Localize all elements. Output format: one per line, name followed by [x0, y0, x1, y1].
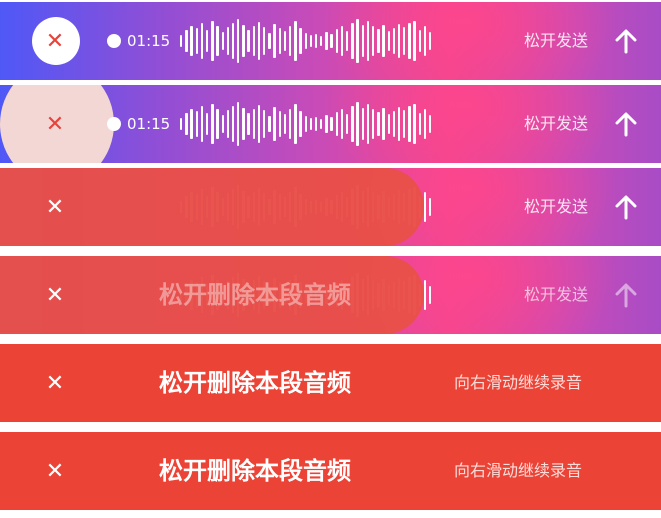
release-to-delete-label: 松开删除本段音频 — [159, 457, 351, 485]
release-to-send-label: 松开发送 — [524, 31, 589, 50]
arrow-up-icon[interactable] — [612, 281, 640, 309]
close-icon[interactable]: ✕ — [0, 85, 110, 163]
recording-bar-hover: ✕ 01:15 松开发送 — [0, 85, 661, 163]
recording-bar-cancel: ✕ 松开删除本段音频 向右滑动继续录音 — [0, 432, 661, 510]
close-icon[interactable]: ✕ — [0, 344, 110, 422]
close-icon[interactable]: ✕ — [0, 256, 110, 334]
recording-time: 01:15 — [127, 115, 171, 133]
record-dot-icon — [107, 117, 121, 131]
close-icon[interactable]: ✕ — [0, 168, 110, 246]
release-to-send-label: 松开发送 — [524, 114, 589, 133]
recording-bar-cancel: ✕ 松开删除本段音频 向右滑动继续录音 — [0, 344, 661, 422]
record-dot-icon — [107, 34, 121, 48]
recording-bar-cancel-expanding: ✕ 松开发送 — [0, 168, 661, 246]
release-to-send-label: 松开发送 — [524, 285, 589, 304]
close-icon[interactable]: ✕ — [0, 432, 110, 510]
recording-bar-normal: ✕ 01:15 松开发送 — [0, 2, 661, 80]
arrow-up-icon[interactable] — [612, 110, 640, 138]
arrow-up-icon[interactable] — [612, 193, 640, 221]
arrow-up-icon[interactable] — [612, 27, 640, 55]
close-icon[interactable]: ✕ — [0, 2, 110, 80]
release-to-delete-label: 松开删除本段音频 — [159, 281, 351, 309]
slide-right-to-continue-label: 向右滑动继续录音 — [454, 373, 583, 392]
waveform-icon — [180, 102, 432, 146]
slide-right-to-continue-label: 向右滑动继续录音 — [454, 461, 583, 480]
waveform-icon — [180, 19, 432, 63]
release-to-send-label: 松开发送 — [524, 197, 589, 216]
release-to-delete-label: 松开删除本段音频 — [159, 369, 351, 397]
recording-time: 01:15 — [127, 32, 171, 50]
recording-bar-cancel-fading: ✕ 松开删除本段音频 松开发送 — [0, 256, 661, 334]
